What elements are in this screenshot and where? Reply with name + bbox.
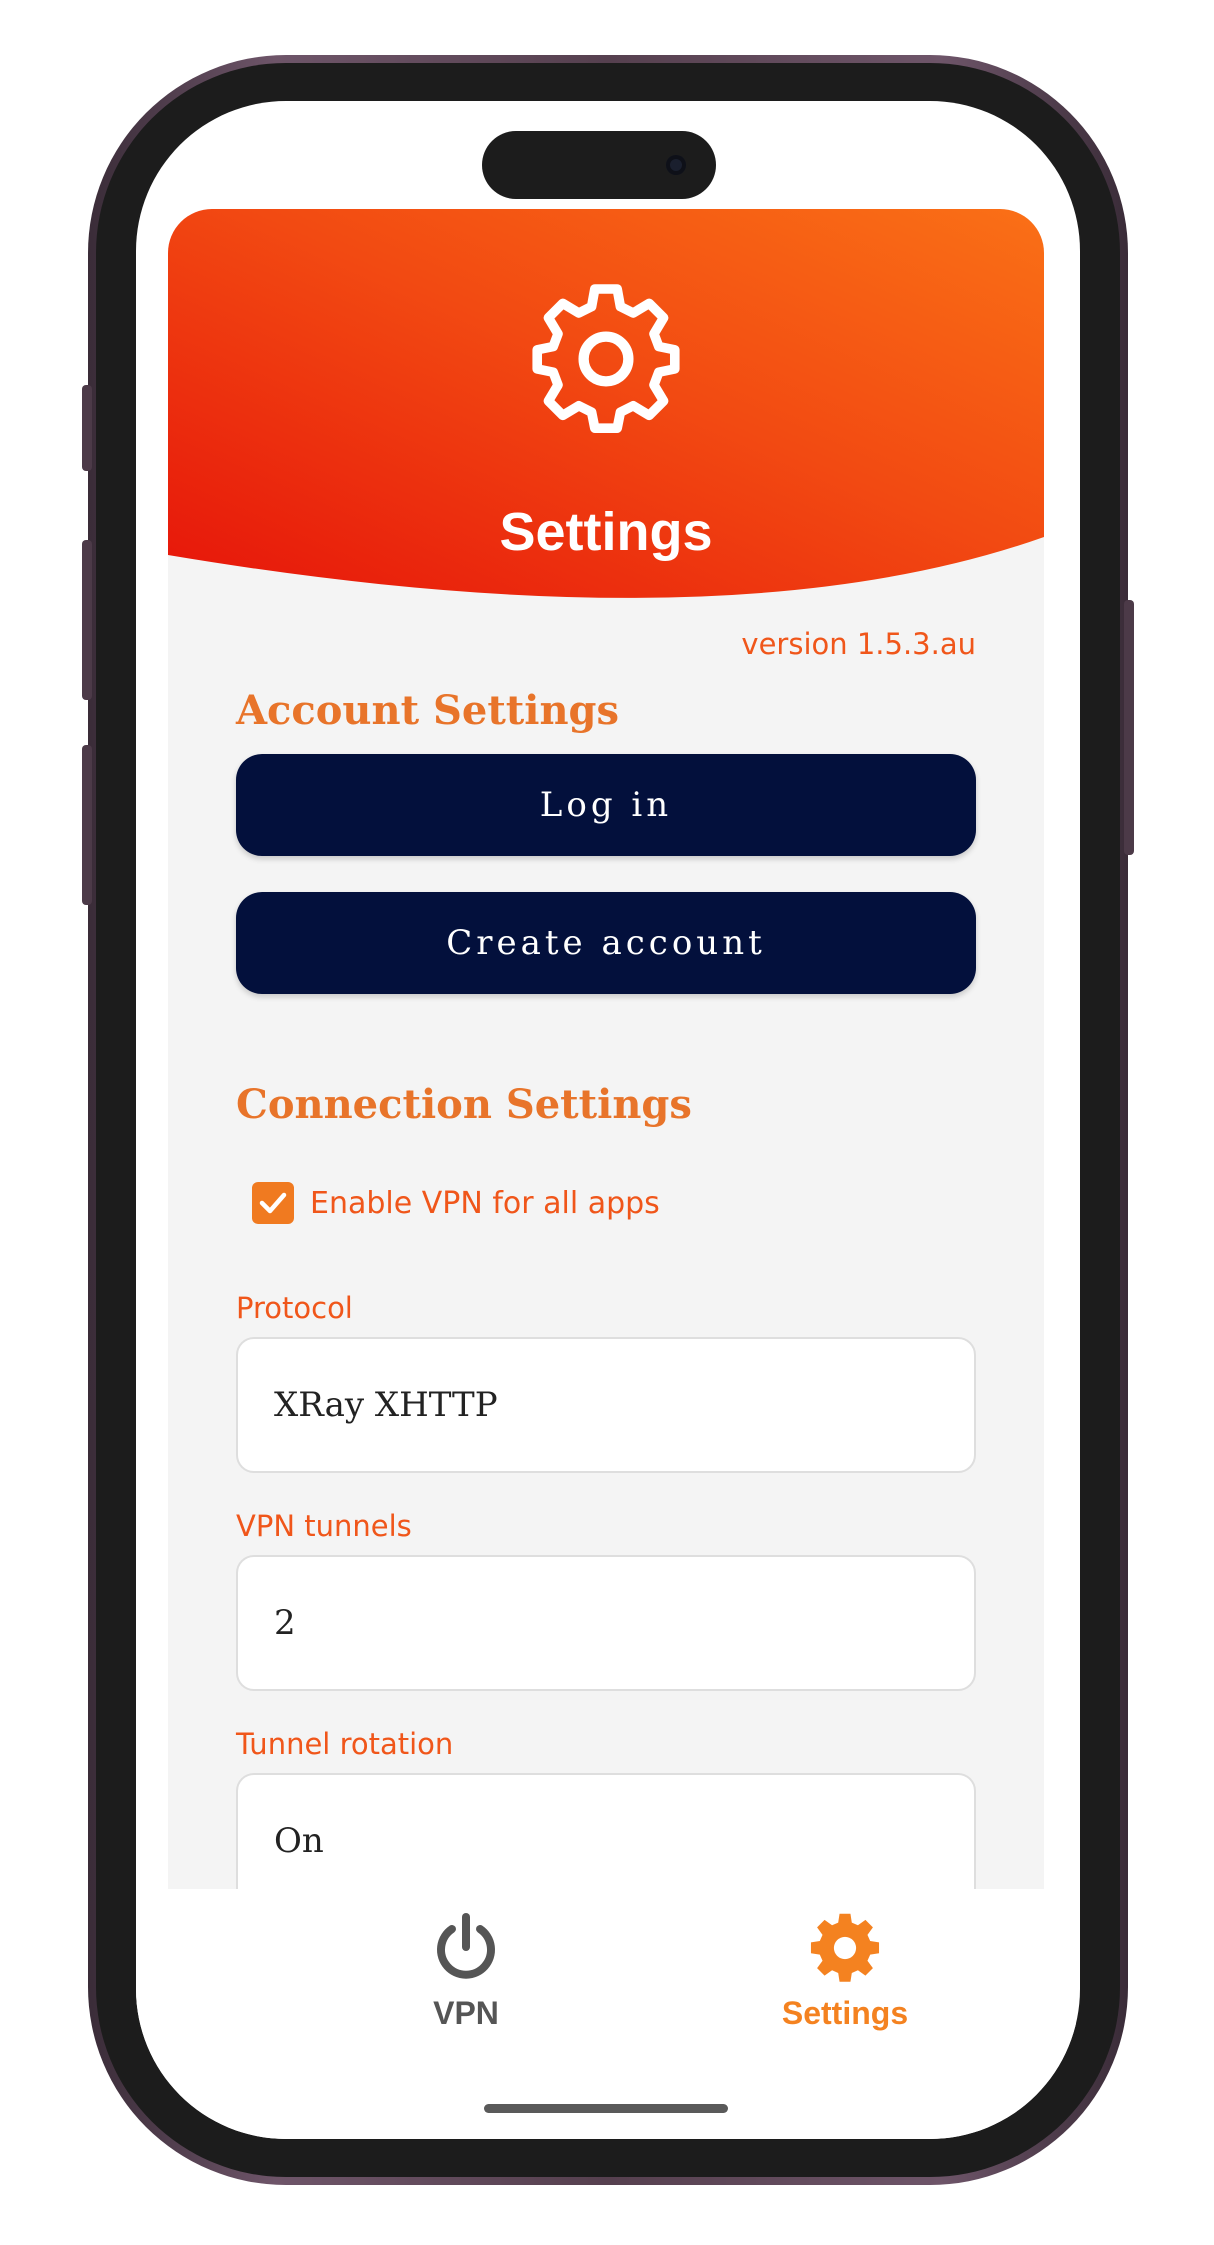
nav-label-settings: Settings <box>781 1995 909 2031</box>
enable-vpn-all-apps-checkbox[interactable] <box>252 1182 294 1224</box>
enable-vpn-all-apps-label: Enable VPN for all apps <box>310 1185 660 1221</box>
connection-settings-title: Connection Settings <box>236 1081 692 1128</box>
settings-header: Settings <box>168 209 1044 629</box>
power-icon <box>437 1913 495 1979</box>
nav-item-settings[interactable]: Settings <box>745 1911 945 2032</box>
settings-screen: Settings version 1.5.3.au Account Settin… <box>168 209 1044 2029</box>
protocol-label: Protocol <box>236 1291 353 1325</box>
home-indicator <box>484 2104 728 2113</box>
nav-label-vpn: VPN <box>433 1995 499 2031</box>
version-label: version 1.5.3.au <box>741 627 976 661</box>
camera-icon <box>666 155 686 175</box>
account-settings-title: Account Settings <box>236 687 620 734</box>
volume-down-button <box>82 745 92 905</box>
gear-icon <box>532 284 680 433</box>
create-account-button[interactable]: Create account <box>236 892 976 994</box>
page-title: Settings <box>499 502 713 562</box>
nav-item-vpn[interactable]: VPN <box>366 1911 566 2032</box>
volume-up-button <box>82 540 92 700</box>
check-icon <box>259 1192 287 1214</box>
gear-icon <box>810 1913 880 1982</box>
login-button[interactable]: Log in <box>236 754 976 856</box>
enable-vpn-all-apps-row[interactable]: Enable VPN for all apps <box>252 1181 660 1225</box>
power-button <box>1124 600 1134 855</box>
vpn-tunnels-label: VPN tunnels <box>236 1509 412 1543</box>
phone-frame: Settings version 1.5.3.au Account Settin… <box>88 55 1128 2185</box>
phone-bezel: Settings version 1.5.3.au Account Settin… <box>96 63 1120 2177</box>
action-button <box>82 385 92 471</box>
dynamic-island <box>482 131 716 199</box>
bottom-nav: VPN Settings <box>136 1889 1076 2139</box>
tunnel-rotation-label: Tunnel rotation <box>236 1727 454 1761</box>
protocol-select[interactable]: XRay XHTTP <box>236 1337 976 1473</box>
vpn-tunnels-select[interactable]: 2 <box>236 1555 976 1691</box>
phone-screen: Settings version 1.5.3.au Account Settin… <box>136 101 1080 2139</box>
